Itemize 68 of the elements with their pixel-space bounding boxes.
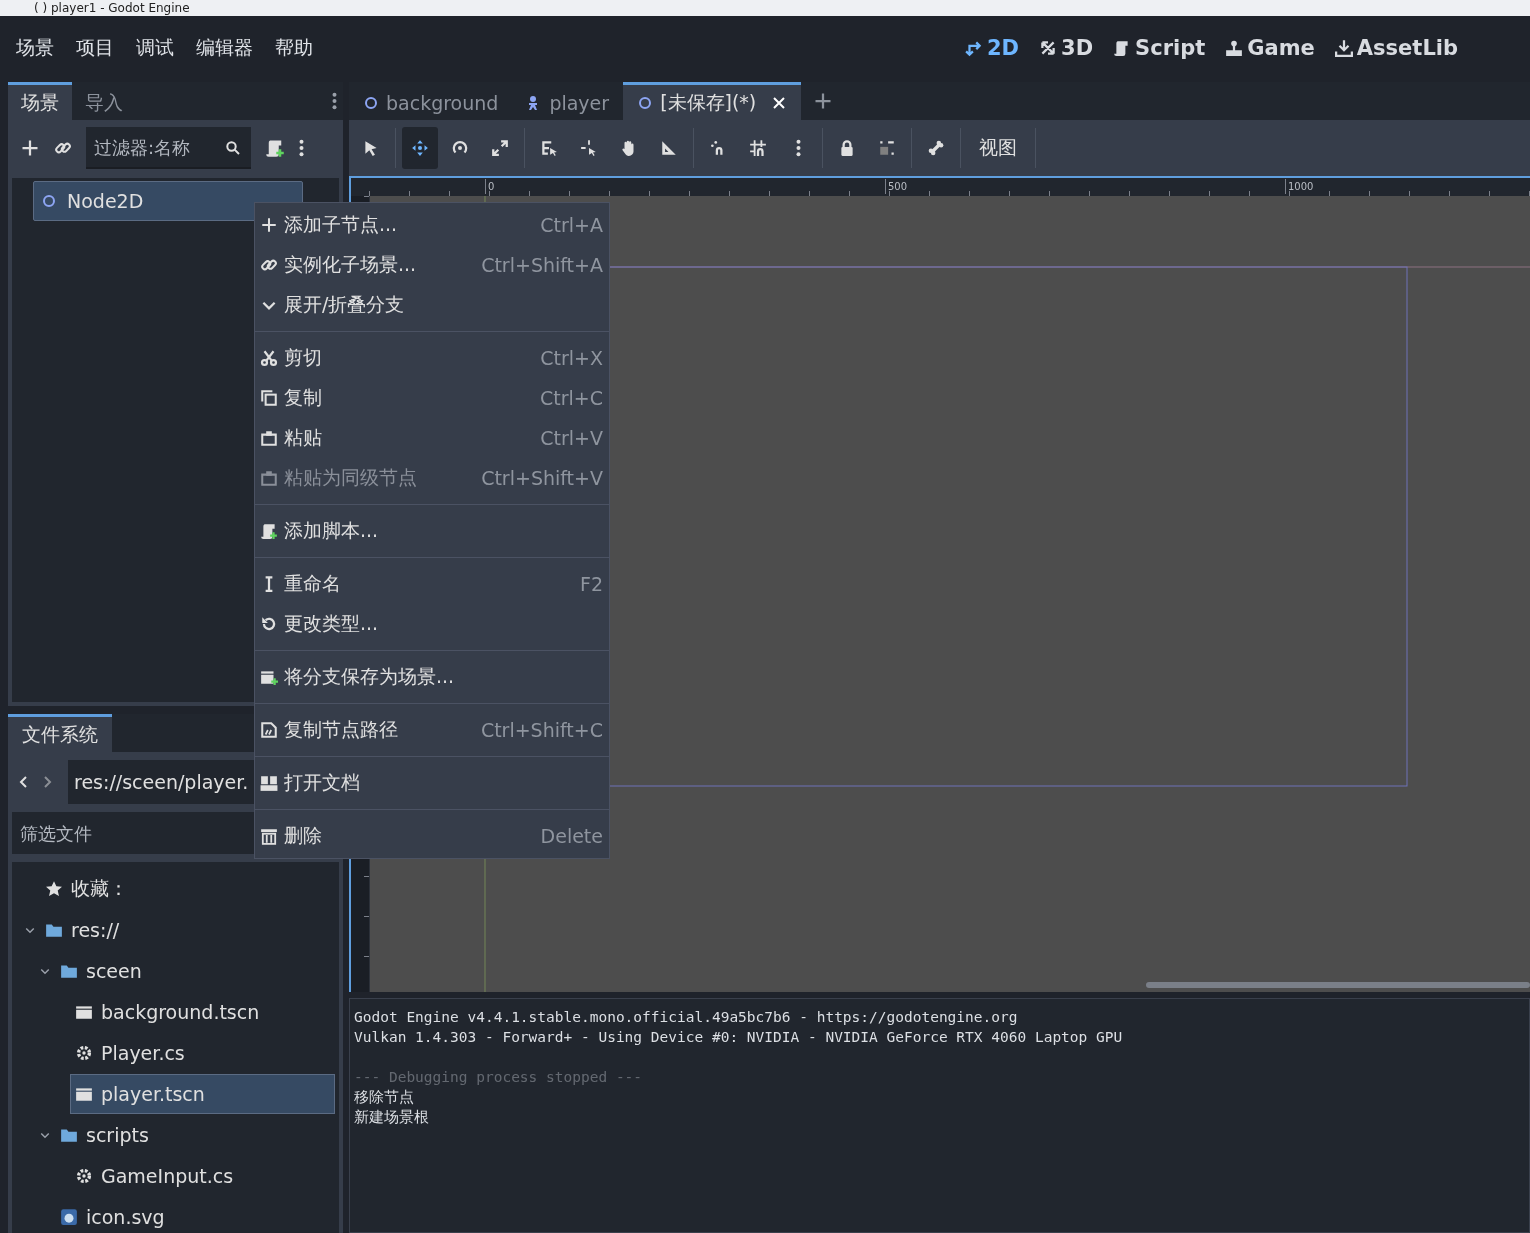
- file-tree-item[interactable]: scripts: [55, 1114, 156, 1155]
- scene-tab[interactable]: background: [349, 82, 513, 120]
- menu-item[interactable]: 调试: [132, 29, 178, 67]
- menu-item-label: 复制: [284, 385, 322, 410]
- log-line: --- Debugging process stopped ---: [354, 1068, 643, 1087]
- shortcut-label: F2: [579, 573, 603, 595]
- file-tree-item[interactable]: background.tscn: [70, 991, 267, 1032]
- menu-item[interactable]: 展开/折叠分支: [255, 285, 609, 325]
- dock-tab[interactable]: 文件系统: [8, 714, 112, 752]
- file-tree-item[interactable]: Player.cs: [70, 1032, 192, 1073]
- workspace-button[interactable]: 2D: [959, 32, 1026, 64]
- menu-item-label: 重命名: [284, 571, 341, 596]
- file-tree-item[interactable]: res://: [40, 909, 127, 950]
- shortcut-label: Ctrl+V: [540, 427, 603, 449]
- filter-field[interactable]: 过滤器:名称: [86, 127, 251, 169]
- menu-item[interactable]: 项目: [72, 29, 118, 67]
- shortcut-label: Ctrl+A: [540, 214, 603, 236]
- log-line: Godot Engine v4.4.1.stable.mono.official.49a5bc7b6 - https://godotengine.org: [354, 1008, 1018, 1027]
- shortcut-label: Ctrl+Shift+V: [481, 467, 603, 489]
- menu-item[interactable]: 复制 Ctrl+C: [255, 378, 609, 418]
- window-title: ( ) player1 - Godot Engine: [34, 1, 190, 15]
- node-label: Node2D: [67, 190, 144, 212]
- menu-item-label: 剪切: [284, 345, 322, 370]
- menu-item[interactable]: 重命名 F2: [255, 564, 609, 604]
- log-line: 移除节点: [354, 1088, 414, 1107]
- view-menu-button[interactable]: 视图: [967, 127, 1029, 169]
- menu-item[interactable]: 剪切 Ctrl+X: [255, 338, 609, 378]
- workspace-button[interactable]: AssetLib: [1328, 32, 1464, 64]
- tab-label: background: [386, 91, 499, 114]
- workspace-button[interactable]: Script: [1107, 32, 1212, 64]
- file-tree-item[interactable]: GameInput.cs: [70, 1155, 241, 1196]
- shortcut-label: Delete: [540, 825, 603, 847]
- menu-item-label: 将分支保存为场景...: [284, 664, 455, 689]
- shortcut-label: Ctrl+Shift+A: [481, 254, 603, 276]
- menu-item[interactable]: 更改类型...: [255, 604, 609, 644]
- menu-item-label: 更改类型...: [284, 611, 379, 636]
- file-tree-item[interactable]: icon.svg: [55, 1196, 172, 1233]
- menu-item-label: 展开/折叠分支: [284, 292, 405, 317]
- menu-item-label: 删除: [284, 823, 322, 848]
- menu-item[interactable]: 将分支保存为场景...: [255, 657, 609, 697]
- menu-item[interactable]: 编辑器: [192, 29, 257, 67]
- menu-item-label: 实例化子场景...: [284, 252, 417, 277]
- tab-label: [未保存](*): [660, 89, 757, 115]
- menu-item[interactable]: 复制节点路径 Ctrl+Shift+C: [255, 710, 609, 750]
- menu-item-label: 粘贴: [284, 425, 322, 450]
- file-tree-item[interactable]: player.tscn: [70, 1073, 335, 1114]
- tab-label: player: [549, 91, 610, 114]
- menu-item-label: 添加脚本...: [284, 518, 379, 543]
- menu-item-label: 粘贴为同级节点: [284, 465, 417, 490]
- dock-tab[interactable]: 导入: [72, 82, 136, 120]
- menu-item[interactable]: 实例化子场景... Ctrl+Shift+A: [255, 245, 609, 285]
- shortcut-label: Ctrl+X: [540, 347, 603, 369]
- scene-tab[interactable]: [未保存](*): [623, 82, 802, 120]
- menu-item[interactable]: 添加脚本...: [255, 511, 609, 551]
- log-line: 新建场景根: [354, 1108, 429, 1127]
- menu-item[interactable]: 粘贴 Ctrl+V: [255, 418, 609, 458]
- file-tree-item[interactable]: sceen: [55, 950, 149, 991]
- menu-item[interactable]: 场景: [12, 29, 58, 67]
- file-tree-item[interactable]: 收藏：: [40, 868, 135, 909]
- workspace-button[interactable]: 3D: [1033, 32, 1100, 64]
- workspace-button[interactable]: Game: [1219, 32, 1321, 64]
- menu-item[interactable]: 帮助: [271, 29, 317, 67]
- scene-tab[interactable]: player: [512, 82, 624, 120]
- shortcut-label: Ctrl+Shift+C: [480, 719, 603, 741]
- menu-item-label: 复制节点路径: [284, 717, 398, 742]
- dock-tab[interactable]: 场景: [8, 82, 72, 120]
- log-line: Vulkan 1.4.303 - Forward+ - Using Device #0: NVIDIA - NVIDIA GeForce RTX 4060 Laptop GPU: [354, 1028, 1123, 1047]
- shortcut-label: Ctrl+C: [540, 387, 603, 409]
